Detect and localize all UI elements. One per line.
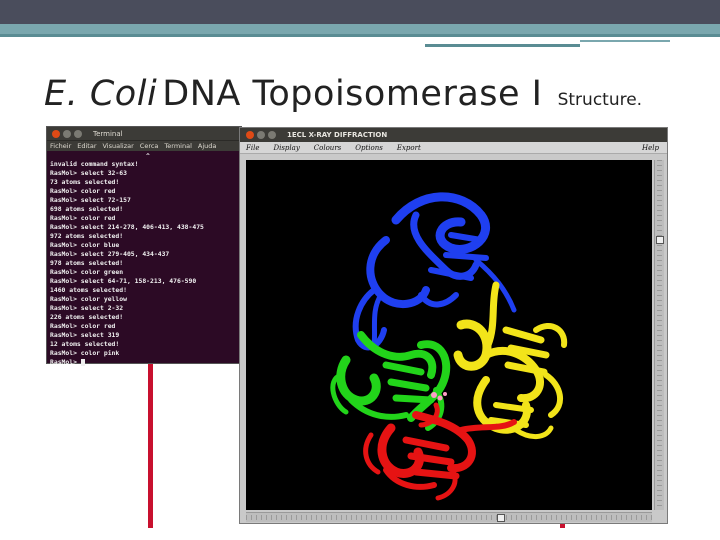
terminal-prompt-line[interactable]: RasMol> (50, 358, 238, 367)
terminal-line: RasMol> color red (50, 322, 116, 330)
terminal-line: invalid command syntax! (50, 160, 139, 168)
terminal-line: RasMol> select 214-278, 406-413, 438-475 (50, 223, 204, 231)
terminal-menu-edit[interactable]: Editar (77, 142, 96, 150)
rasmol-menubar: File Display Colours Options Export Help (240, 142, 667, 154)
slide-header-teal-band (0, 24, 720, 34)
rasmol-menu-colours[interactable]: Colours (314, 144, 341, 152)
green-domain (330, 331, 451, 431)
terminal-line: RasMol> select 2-32 (50, 304, 124, 312)
close-icon[interactable] (52, 129, 60, 138)
slide-title: E. Coli DNA Topoisomerase I Structure. (44, 74, 642, 114)
slide-header-stub (425, 44, 580, 47)
maximize-icon[interactable] (268, 131, 276, 139)
molecule-viewport[interactable] (246, 160, 652, 510)
terminal-prompt: RasMol> (50, 358, 81, 366)
maximize-icon[interactable] (74, 129, 82, 138)
terminal-line: RasMol> color blue (50, 241, 120, 249)
vertical-scroll-thumb[interactable] (656, 236, 664, 244)
terminal-line: 972 atoms selected! (50, 232, 124, 240)
terminal-line: RasMol> select 72-157 (50, 196, 131, 204)
terminal-line: 12 atoms selected! (50, 340, 120, 348)
rasmol-title: 1ECL X-RAY DIFFRACTION (287, 131, 388, 139)
slide-header-stub-2 (580, 40, 670, 42)
terminal-menu-terminal[interactable]: Terminal (164, 142, 191, 150)
vertical-scroll-ticks (657, 160, 662, 510)
close-icon[interactable] (246, 131, 254, 139)
rasmol-menu-file[interactable]: File (246, 144, 259, 152)
terminal-line: 1460 atoms selected! (50, 286, 127, 294)
terminal-title: Terminal (93, 129, 123, 138)
vertical-scrollbar[interactable] (654, 160, 664, 510)
horizontal-scroll-ticks (246, 515, 652, 520)
terminal-line: 73 atoms selected! (50, 178, 120, 186)
title-protein: DNA Topoisomerase I (162, 74, 543, 114)
rasmol-menu-display[interactable]: Display (273, 144, 299, 152)
rasmol-menu-options[interactable]: Options (355, 144, 383, 152)
terminal-line: RasMol> color yellow (50, 295, 127, 303)
terminal-menu-view[interactable]: Visualizar (103, 142, 134, 150)
terminal-line: RasMol> color green (50, 268, 124, 276)
rasmol-menu-help[interactable]: Help (642, 144, 659, 152)
terminal-line: 698 atoms selected! (50, 205, 124, 213)
terminal-titlebar[interactable]: Terminal (47, 127, 241, 140)
slide-header-band (0, 0, 720, 24)
terminal-line: RasMol> select 64-71, 158-213, 476-590 (50, 277, 197, 285)
minimize-icon[interactable] (257, 131, 265, 139)
rasmol-window[interactable]: 1ECL X-RAY DIFFRACTION File Display Colo… (239, 127, 668, 524)
terminal-line: 978 atoms selected! (50, 259, 124, 267)
terminal-window[interactable]: Terminal Ficheir Editar Visualizar Cerca… (46, 126, 242, 366)
terminal-line: RasMol> select 32-63 (50, 169, 127, 177)
terminal-cursor (80, 358, 85, 366)
rasmol-titlebar[interactable]: 1ECL X-RAY DIFFRACTION (240, 128, 667, 142)
terminal-line: RasMol> select 279-405, 434-437 (50, 250, 170, 258)
terminal-menu-search[interactable]: Cerca (140, 142, 159, 150)
horizontal-scrollbar[interactable] (246, 512, 652, 522)
terminal-line: RasMol> select 319 (50, 331, 120, 339)
slide-accent-line (148, 362, 153, 528)
terminal-menubar: Ficheir Editar Visualizar Cerca Terminal… (47, 140, 241, 151)
terminal-output[interactable]: ^ invalid command syntax! RasMol> select… (47, 151, 241, 369)
title-organism: E. Coli (44, 74, 158, 114)
terminal-line: RasMol> color red (50, 187, 116, 195)
title-suffix: Structure. (557, 90, 643, 110)
terminal-line: 226 atoms selected! (50, 313, 124, 321)
minimize-icon[interactable] (63, 129, 71, 138)
protein-structure-render (330, 192, 568, 501)
terminal-menu-file[interactable]: Ficheir (50, 142, 71, 150)
terminal-caret: ^ (146, 153, 150, 160)
slide-header-gap (425, 37, 720, 49)
terminal-menu-help[interactable]: Ajuda (198, 142, 216, 150)
horizontal-scroll-thumb[interactable] (497, 514, 505, 522)
rasmol-menu-export[interactable]: Export (397, 144, 421, 152)
terminal-line: RasMol> color red (50, 214, 116, 222)
terminal-line: RasMol> color pink (50, 349, 120, 357)
